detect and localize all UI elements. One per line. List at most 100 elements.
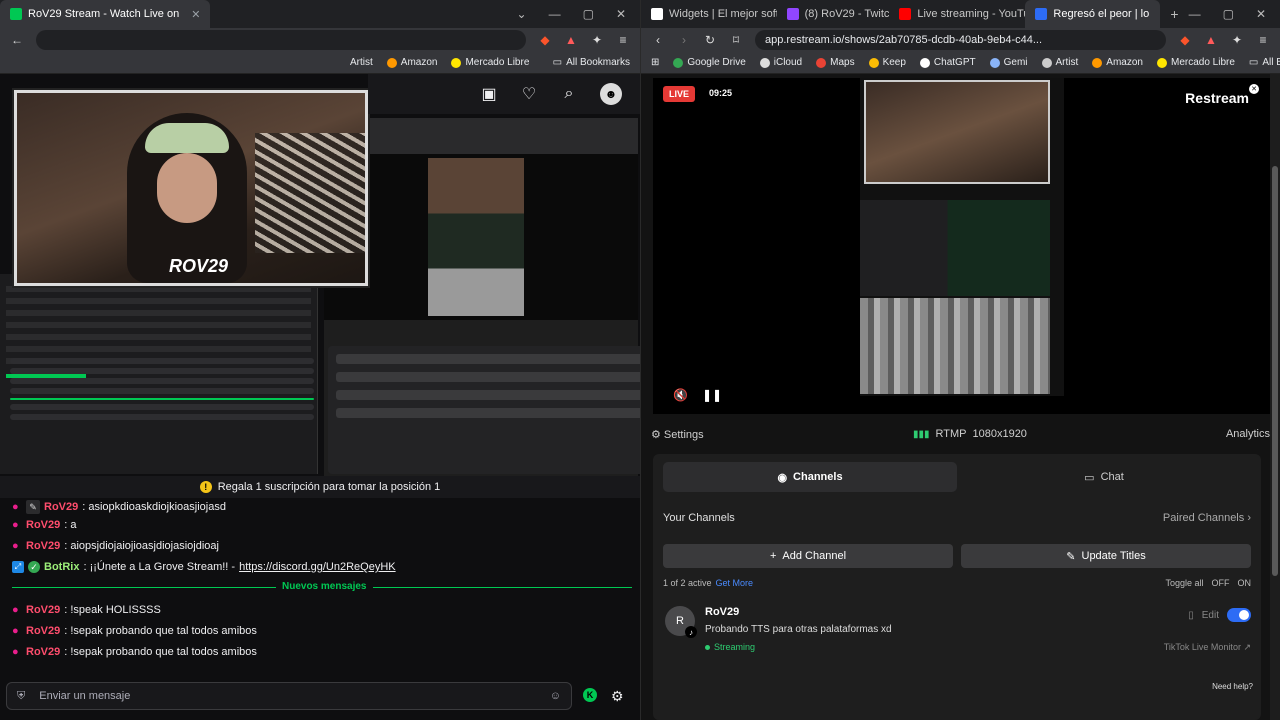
tiktok-monitor-link[interactable]: TikTok Live Monitor ↗	[1164, 642, 1251, 653]
chat-message: ● RoV29 : !sepak probando que tal todos …	[12, 646, 257, 658]
minimize-icon[interactable]: —	[549, 7, 561, 21]
bookmark-chatgpt[interactable]: ChatGPT	[919, 57, 976, 68]
chat-input-placeholder: Enviar un mensaje	[39, 690, 131, 702]
pinned-banner[interactable]: ! Regala 1 suscripción para tomar la pos…	[0, 476, 640, 498]
avatar[interactable]: ☻	[600, 83, 622, 105]
paired-channels-link[interactable]: Paired Channels ›	[1163, 512, 1251, 524]
chatgpt-icon	[919, 57, 930, 68]
chat-username[interactable]: RoV29	[26, 604, 60, 616]
scrollbar-thumb[interactable]	[1272, 166, 1278, 576]
bookmark-icloud[interactable]: iCloud	[759, 57, 803, 68]
nested-chat	[4, 354, 320, 474]
bookmark-mercado-libre[interactable]: Mercado Libre	[1156, 57, 1235, 68]
maximize-icon[interactable]: ▢	[1223, 7, 1234, 21]
chevron-down-icon[interactable]: ⌄	[517, 7, 527, 21]
all-bookmarks[interactable]: ▭All Bookmarks	[553, 57, 630, 68]
close-window-icon[interactable]: ✕	[1256, 7, 1266, 21]
brave-shield-icon[interactable]: ◆	[538, 33, 552, 47]
toggle-all-on[interactable]: ON	[1238, 578, 1252, 588]
back-icon[interactable]: ←	[10, 33, 24, 47]
scrollbar[interactable]	[1270, 74, 1280, 720]
tab-channels[interactable]: ◉ Channels	[663, 462, 957, 492]
youtube-icon	[899, 8, 912, 20]
bookmark-label: iCloud	[773, 57, 803, 68]
tab-restream[interactable]: Regresó el peor | lo ✕	[1025, 0, 1161, 28]
menu-icon[interactable]: ≡	[616, 33, 630, 47]
address-bar[interactable]	[36, 30, 526, 50]
bookmark-mercado-libre[interactable]: Mercado Libre	[451, 57, 529, 68]
channel-status: Streaming	[705, 642, 755, 652]
tab-widgets[interactable]: Widgets | El mejor softw	[641, 0, 777, 28]
settings-button[interactable]: ⚙ Settings	[651, 428, 704, 441]
tab-twitch[interactable]: (8) RoV29 - Twitch	[777, 0, 889, 28]
status-label: Streaming	[714, 642, 756, 652]
chat-username[interactable]: RoV29	[26, 519, 60, 531]
edit-button[interactable]: Edit	[1202, 610, 1219, 621]
bookmark-artist[interactable]: Artist	[350, 57, 373, 68]
nested-row	[336, 390, 640, 400]
chat-username[interactable]: RoV29	[26, 540, 60, 552]
bot-message: ⤢ ✓ BotRix : ¡¡Únete a La Grove Stream!!…	[12, 561, 396, 573]
bookmark-keep[interactable]: Keep	[868, 57, 906, 68]
discord-link[interactable]: https://discord.gg/Un2ReQeyHK	[239, 561, 396, 573]
emoji-icon[interactable]: ☺	[550, 690, 561, 702]
restream-window: Widgets | El mejor softw (8) RoV29 - Twi…	[640, 0, 1280, 720]
chat-input[interactable]: ⛨ Enviar un mensaje ☺	[6, 682, 572, 710]
brave-rewards-icon[interactable]: ▲	[564, 33, 578, 47]
pencil-icon[interactable]: ✎	[26, 500, 40, 514]
extensions-icon[interactable]: ✦	[590, 33, 604, 47]
get-more-link[interactable]: Get More	[716, 578, 754, 588]
gear-icon[interactable]: ⚙	[611, 688, 624, 705]
bookmark-maps[interactable]: Maps	[816, 57, 855, 68]
yoda-hat	[145, 123, 229, 153]
update-titles-button[interactable]: ✎ Update Titles	[961, 544, 1251, 568]
bookmark-artist[interactable]: Artist	[1041, 57, 1078, 68]
new-tab-icon[interactable]: +	[1160, 6, 1188, 22]
mute-icon[interactable]: 🔇	[673, 388, 688, 402]
inventory-icon[interactable]: ▣	[480, 85, 498, 103]
toggle-all-off[interactable]: OFF	[1212, 578, 1230, 588]
chat-username[interactable]: RoV29	[44, 501, 78, 513]
bot-username[interactable]: BotRix	[44, 561, 79, 573]
extensions-icon[interactable]: ✦	[1230, 33, 1244, 47]
bookmark-label: Amazon	[1106, 57, 1143, 68]
reload-icon[interactable]: ↻	[703, 33, 717, 47]
bookmark-gemini[interactable]: Gemi	[989, 57, 1028, 68]
badge-icon[interactable]: ⛨	[17, 690, 25, 703]
all-bookmarks[interactable]: ▭All Bookmarks	[1249, 57, 1280, 68]
pause-icon[interactable]: ❚❚	[702, 388, 722, 402]
bookmark-amazon[interactable]: Amazon	[1092, 57, 1143, 68]
twitch-window: RoV29 Stream - Watch Live on ✕ ⌄ — ▢ ✕ ←…	[0, 0, 640, 720]
kick-points-icon[interactable]: K	[583, 688, 597, 702]
phone-icon[interactable]: ▯	[1188, 610, 1194, 621]
brave-shield-icon[interactable]: ◆	[1178, 33, 1192, 47]
chat-username[interactable]: RoV29	[26, 625, 60, 637]
add-channel-button[interactable]: + Add Channel	[663, 544, 953, 568]
maximize-icon[interactable]: ▢	[583, 7, 594, 21]
close-icon[interactable]: ✕	[191, 8, 200, 21]
help-button[interactable]: Need help?	[1212, 682, 1253, 692]
bookmark-amazon[interactable]: Amazon	[386, 57, 437, 68]
tab-chat[interactable]: ▭ Chat	[957, 462, 1251, 492]
brave-rewards-icon[interactable]: ▲	[1204, 33, 1218, 47]
menu-icon[interactable]: ≡	[1256, 33, 1270, 47]
minimize-icon[interactable]: —	[1189, 7, 1201, 21]
forward-icon[interactable]: ›	[677, 33, 691, 47]
tab-title: Widgets | El mejor softw	[669, 8, 777, 20]
apps-icon[interactable]: ⊞	[651, 57, 659, 68]
address-bar[interactable]: app.restream.io/shows/2ab70785-dcdb-40ab…	[755, 30, 1166, 50]
search-icon[interactable]: ⌕	[560, 85, 578, 103]
heart-icon[interactable]: ♡	[520, 85, 538, 103]
bookmark-google-drive[interactable]: Google Drive	[673, 57, 746, 68]
close-window-icon[interactable]: ✕	[616, 7, 626, 21]
analytics-link[interactable]: Analytics	[1226, 428, 1270, 440]
channel-toggle[interactable]	[1227, 608, 1251, 622]
close-icon[interactable]: ✕	[1249, 84, 1259, 94]
tab-twitch-stream[interactable]: RoV29 Stream - Watch Live on ✕	[0, 0, 211, 28]
nested-panel	[328, 346, 640, 474]
chat-username[interactable]: RoV29	[26, 646, 60, 658]
back-icon[interactable]: ‹	[651, 33, 665, 47]
bookmark-icon[interactable]: ⌑	[729, 33, 743, 47]
chat-message: ● RoV29 : a	[12, 519, 76, 531]
tab-youtube[interactable]: Live streaming - YouTub	[889, 0, 1025, 28]
